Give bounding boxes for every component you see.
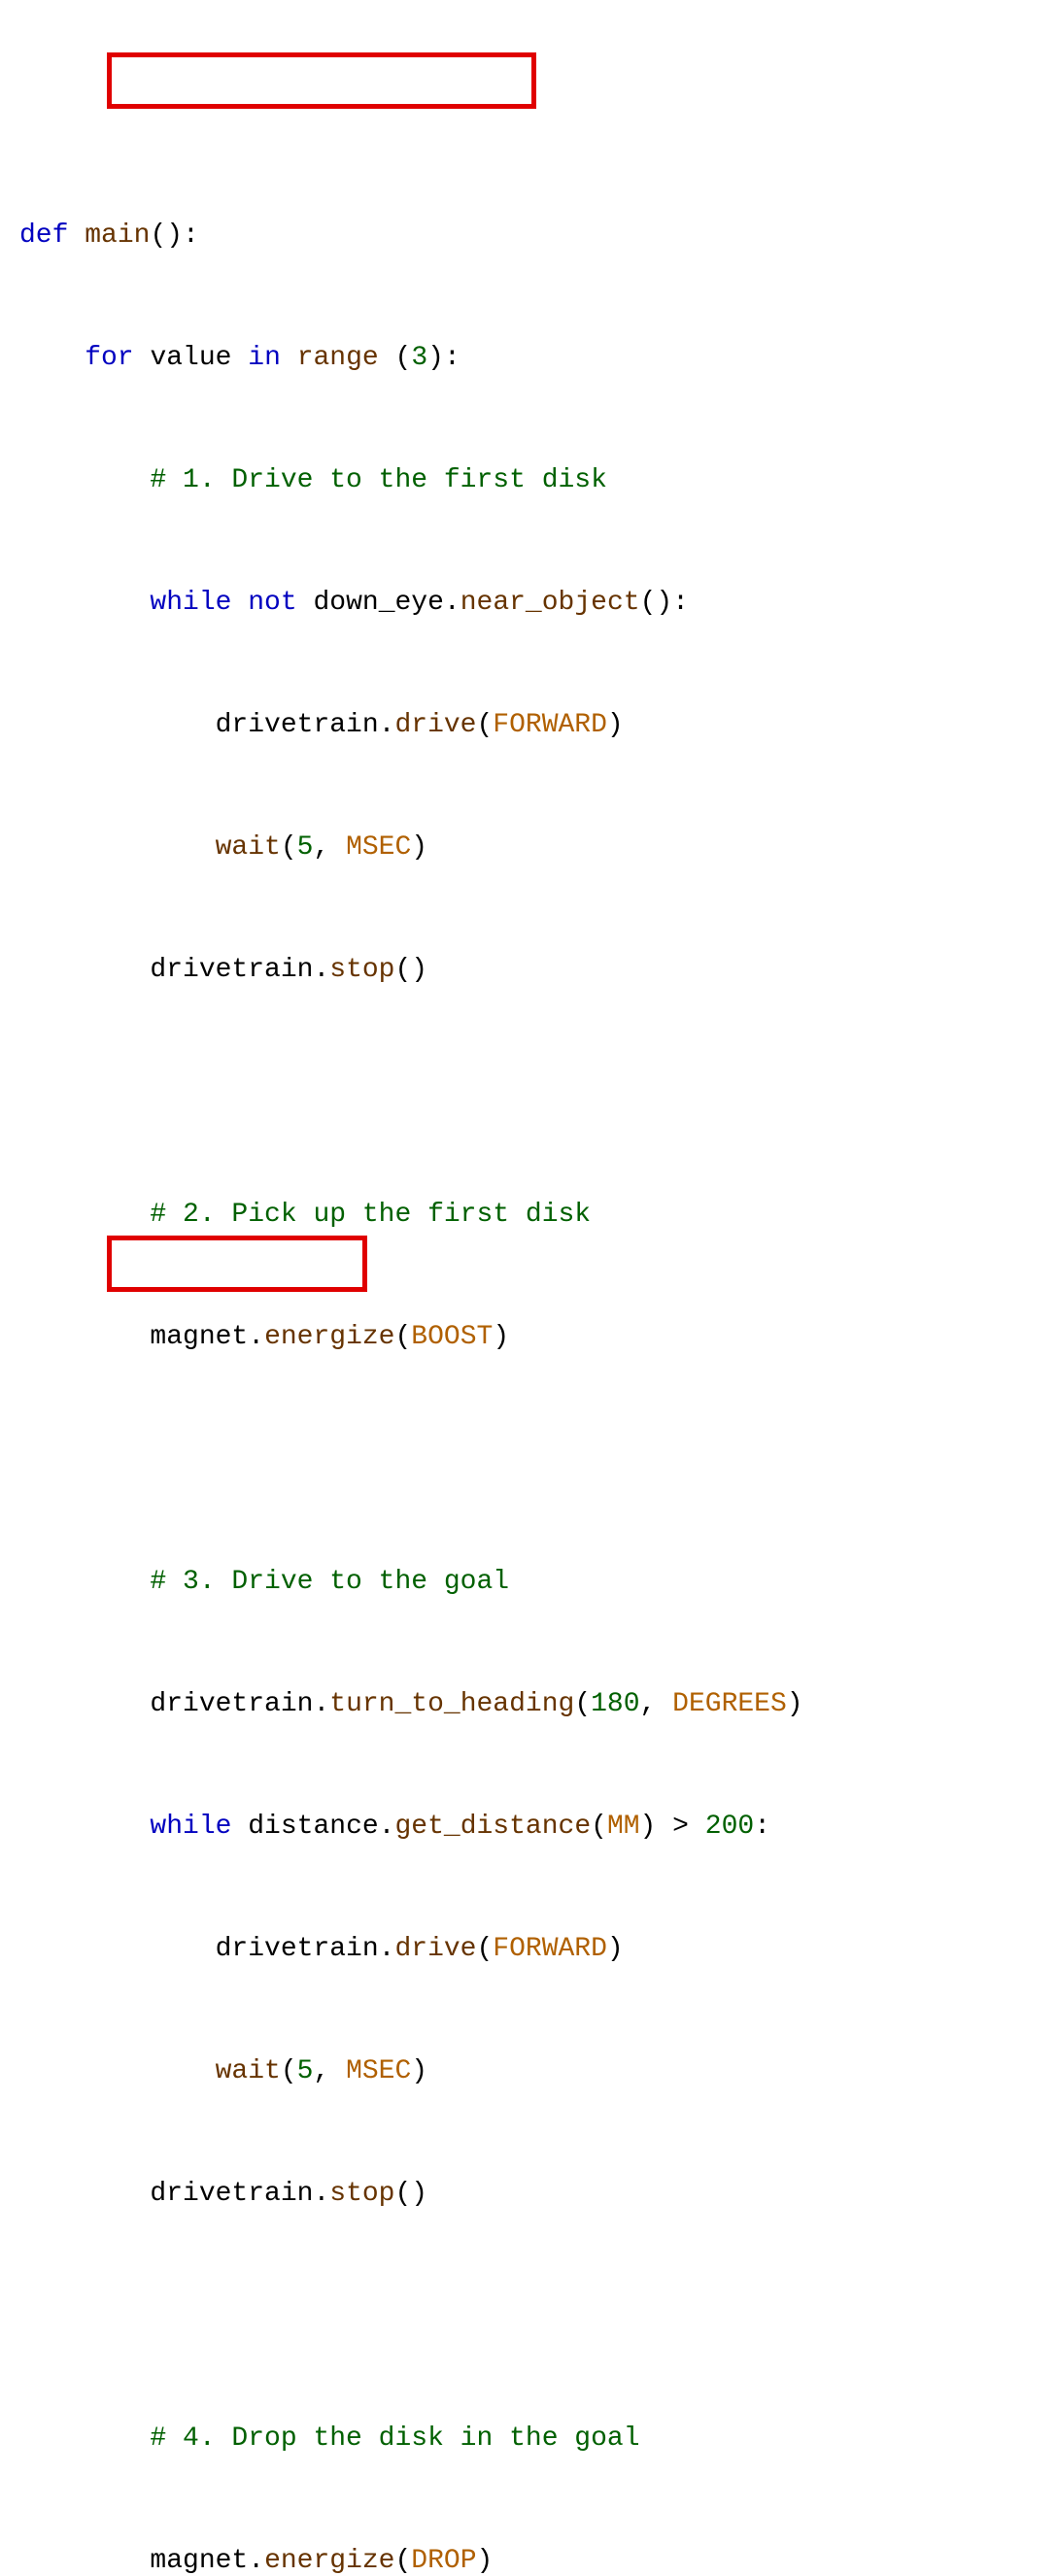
code-line: # 1. Drive to the first disk <box>19 460 1038 501</box>
fn-main: main <box>85 220 150 251</box>
code-line: magnet.energize(DROP) <box>19 2541 1038 2576</box>
code-line <box>19 1072 1038 1113</box>
code-line: # 4. Drop the disk in the goal <box>19 2419 1038 2459</box>
code-line: drivetrain.drive(FORWARD) <box>19 705 1038 746</box>
keyword-for: for <box>85 343 133 373</box>
code-line: # 2. Pick up the first disk <box>19 1195 1038 1236</box>
code-line: # 3. Drive to the goal <box>19 1562 1038 1603</box>
comment: # 1. Drive to the first disk <box>150 465 606 495</box>
comment: # 3. Drive to the goal <box>150 1567 509 1597</box>
code-line: while distance.get_distance(MM) > 200: <box>19 1807 1038 1847</box>
highlight-wait <box>107 1236 367 1292</box>
code-line: drivetrain.stop() <box>19 950 1038 991</box>
code-block: def main(): for value in range (3): # 1.… <box>19 12 1038 2576</box>
code-line: drivetrain.stop() <box>19 2174 1038 2215</box>
comment: # 4. Drop the disk in the goal <box>150 2423 639 2454</box>
code-line: drivetrain.turn_to_heading(180, DEGREES) <box>19 1684 1038 1725</box>
code-line: wait(5, MSEC) <box>19 828 1038 868</box>
code-line <box>19 2296 1038 2337</box>
code-line: for value in range (3): <box>19 338 1038 379</box>
code-line: magnet.energize(BOOST) <box>19 1317 1038 1358</box>
code-line <box>19 1440 1038 1480</box>
code-line: def main(): <box>19 216 1038 256</box>
comment: # 2. Pick up the first disk <box>150 1200 591 1230</box>
code-line: wait(5, MSEC) <box>19 2051 1038 2092</box>
highlight-for-loop <box>107 52 536 109</box>
keyword-def: def <box>19 220 68 251</box>
code-line: while not down_eye.near_object(): <box>19 583 1038 624</box>
code-line: drivetrain.drive(FORWARD) <box>19 1929 1038 1970</box>
